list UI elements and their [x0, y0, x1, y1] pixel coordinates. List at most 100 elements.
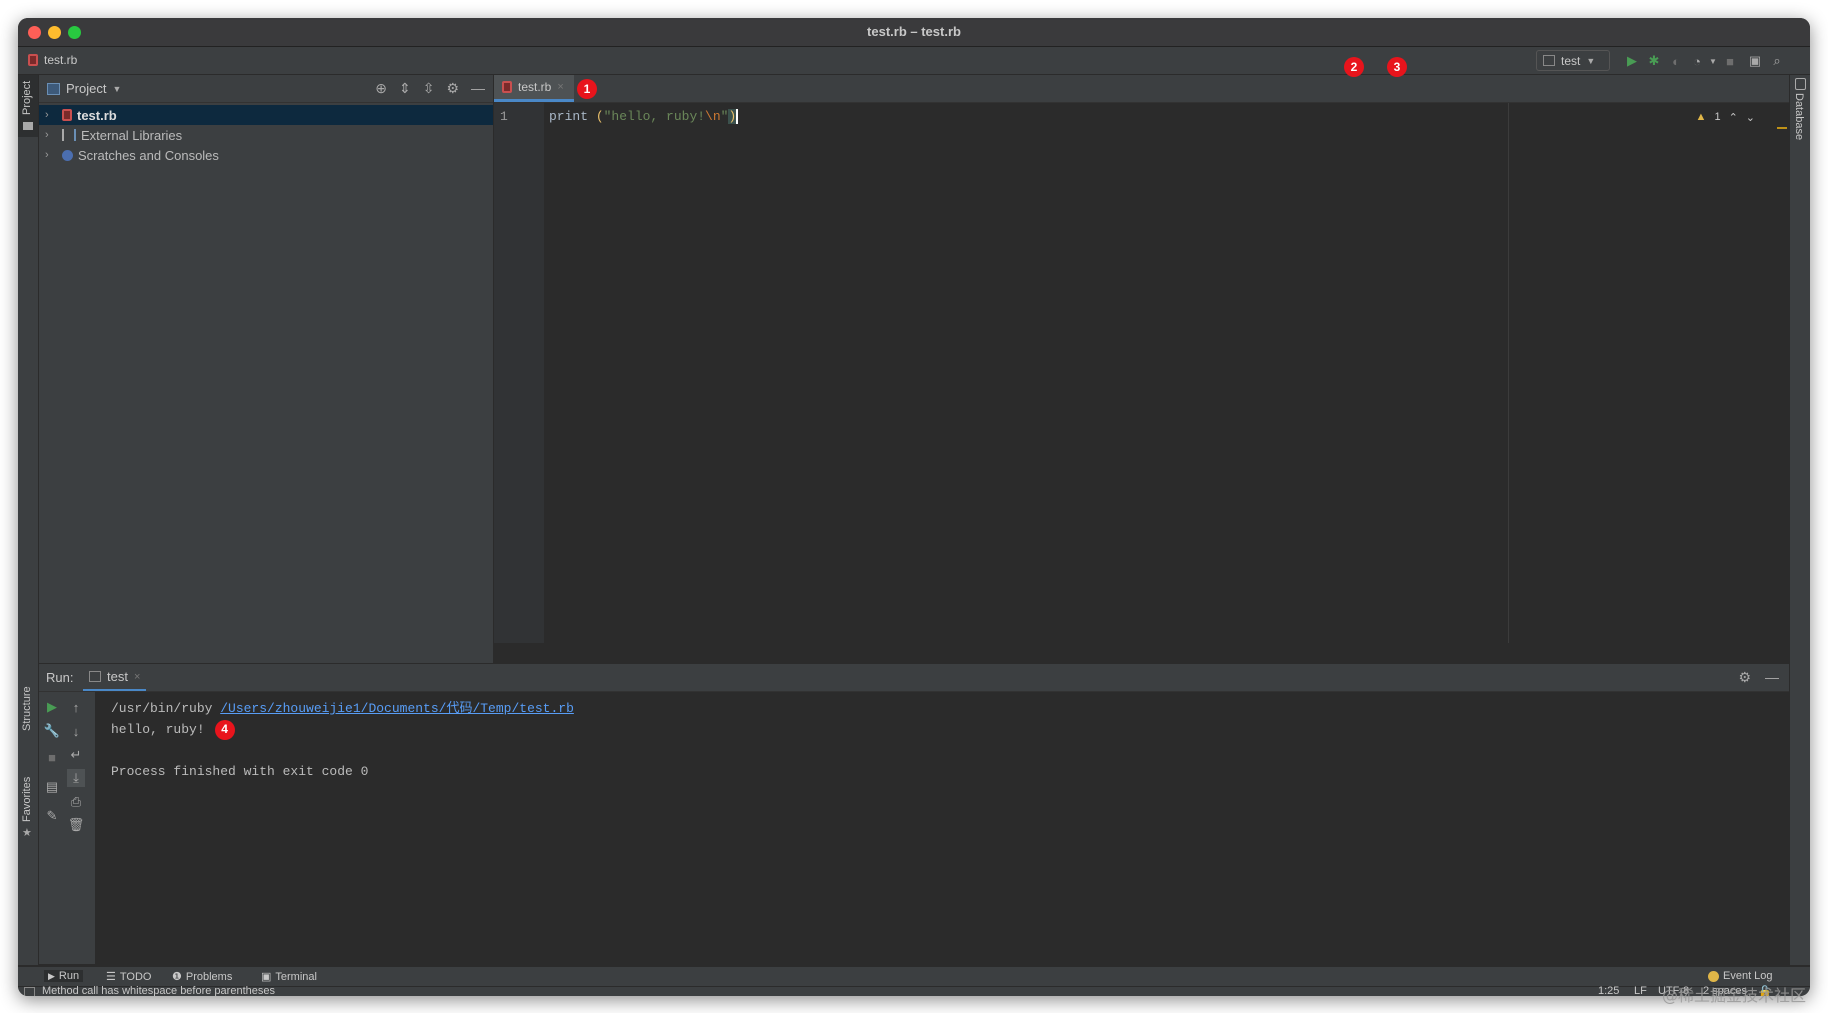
code-paren-open: ( [588, 109, 604, 124]
rerun-icon[interactable]: ▶ [43, 698, 61, 716]
bottom-tab-todo[interactable]: ☰ TODO [106, 970, 152, 984]
project-tool-window-button[interactable]: Project [18, 75, 38, 137]
project-panel-title: Project [66, 81, 107, 96]
bottom-tab-label: Run [58, 970, 80, 982]
stop-icon[interactable]: ■ [1721, 52, 1739, 70]
chevron-down-icon: ▼ [1586, 55, 1596, 66]
folder-icon [23, 122, 33, 130]
right-tool-strip: Database [1789, 75, 1810, 965]
tree-item-label: test.rb [77, 107, 117, 123]
console-command: /usr/bin/ruby [111, 701, 221, 716]
debug-icon[interactable]: ✱ [1645, 52, 1663, 70]
navigation-bar: test.rb test ▼ ▶ ✱ ◐ ◔ ▼ ■ ▣ ⌕ [18, 47, 1810, 75]
tab-label: test.rb [518, 80, 552, 94]
pin-icon[interactable]: ✎ [43, 807, 61, 825]
tab-test-rb[interactable]: test.rb × [494, 75, 574, 102]
coverage-icon[interactable]: ◐ [1667, 52, 1685, 70]
run-configuration-select[interactable]: test ▼ [1536, 50, 1610, 71]
warning-icon: ▲ [1695, 111, 1707, 123]
soft-wrap-icon[interactable]: ↵ [67, 746, 85, 764]
bottom-tab-terminal[interactable]: ▣ Terminal [261, 970, 317, 984]
star-icon: ★ [22, 827, 32, 839]
bottom-tool-tabs: ▶ Run ☰ TODO ❶ Problems ▣ Terminal Event… [18, 966, 1810, 987]
chevron-down-icon[interactable]: ⌄ [1746, 111, 1755, 124]
console-output[interactable]: /usr/bin/ruby /Users/zhouweijie1/Documen… [111, 698, 574, 782]
run-tab-test[interactable]: test × [83, 664, 147, 691]
stop-icon[interactable]: ■ [43, 748, 61, 766]
scroll-to-end-icon[interactable]: ⤓ [67, 769, 85, 787]
search-icon[interactable]: ⌕ [1768, 52, 1786, 70]
caret-position[interactable]: 1:25 [1598, 985, 1619, 996]
chevron-right-icon: › [45, 129, 49, 141]
run-toolbar: ▶ ↑ 🔧 ↓ ■ ↵ ⤓ ▤ ⎙ ✎ 🗑 [39, 692, 95, 964]
console-output-text: hello, ruby! [111, 722, 205, 737]
database-tool-window-button[interactable]: Database [1790, 75, 1810, 145]
event-log-icon [1708, 970, 1719, 982]
editor-area: test.rb × 1 1 print ("hello, ruby!\n") ▲… [494, 75, 1789, 663]
event-log-button[interactable]: Event Log [1708, 970, 1773, 982]
terminal-icon: ▣ [261, 971, 272, 983]
project-tree: › test.rb › External Libraries › Scratch… [39, 105, 493, 165]
bottom-tab-label: Terminal [275, 970, 317, 983]
close-icon[interactable]: × [557, 81, 563, 93]
layout-icon[interactable]: ▤ [43, 778, 61, 796]
project-structure-icon[interactable]: ▣ [1746, 52, 1764, 70]
arrow-down-icon[interactable]: ↓ [67, 722, 85, 740]
status-bar: Method call has whitespace before parent… [18, 985, 1810, 996]
tree-item-label: External Libraries [81, 127, 183, 143]
status-toggle-icon[interactable] [24, 987, 35, 996]
scratches-icon [62, 149, 73, 161]
bottom-tab-label: TODO [119, 970, 152, 983]
tree-item-test-rb[interactable]: › test.rb [39, 105, 493, 125]
tree-item-external-libraries[interactable]: › External Libraries [39, 125, 493, 145]
favorites-tool-window-button[interactable]: Favorites ★ [18, 770, 38, 842]
code-line[interactable]: print ("hello, ruby!\n") [549, 109, 739, 125]
print-icon[interactable]: ⎙ [67, 793, 85, 811]
wrench-icon[interactable]: 🔧 [43, 722, 61, 740]
text-caret [736, 109, 739, 125]
hide-icon[interactable]: — [1765, 669, 1779, 686]
run-tab-label: test [107, 669, 128, 684]
arrow-up-icon[interactable]: ↑ [67, 698, 85, 716]
profile-dropdown-icon[interactable]: ▼ [1704, 52, 1722, 70]
run-config-icon [1543, 55, 1555, 66]
chevron-up-icon[interactable]: ⌃ [1729, 111, 1738, 124]
breadcrumb[interactable]: test.rb [28, 53, 77, 67]
bottom-tab-run[interactable]: ▶ Run [44, 970, 84, 982]
annotation-badge: 3 [1387, 57, 1407, 77]
tree-item-label: Scratches and Consoles [78, 147, 219, 163]
run-icon[interactable]: ▶ [1623, 52, 1641, 70]
ruby-file-icon [28, 54, 38, 66]
console-exit-line: Process finished with exit code 0 [111, 764, 369, 779]
warning-count: 1 [1714, 111, 1721, 123]
console-file-link[interactable]: /Users/zhouweijie1/Documents/代码/Temp/tes… [220, 701, 574, 716]
code-paren-close: ) [728, 109, 737, 124]
tree-item-scratches[interactable]: › Scratches and Consoles [39, 145, 493, 165]
close-icon[interactable]: × [134, 671, 140, 683]
code-string: "hello, ruby! [603, 109, 706, 124]
structure-tool-window-button[interactable]: Structure [18, 683, 38, 745]
editor-tab-bar: test.rb × 1 [494, 75, 1789, 103]
right-margin-guide [1508, 103, 1509, 643]
project-view-selector[interactable]: Project ▼ [47, 81, 121, 96]
line-separator[interactable]: LF [1634, 985, 1647, 996]
collapse-all-icon[interactable]: ⇳ [423, 80, 435, 97]
bottom-tab-problems[interactable]: ❶ Problems [172, 970, 233, 984]
ruby-file-icon [62, 109, 72, 121]
project-panel-header: Project ▼ ⊕ ⇕ ⇳ ⚙ — [39, 75, 493, 103]
run-panel: Run: test × ⚙ — ▶ ↑ 🔧 ↓ ■ ↵ ⤓ ▤ ⎙ ✎ 🗑 /u… [39, 664, 1789, 964]
locate-icon[interactable]: ⊕ [375, 80, 387, 97]
annotation-badge: 4 [214, 719, 235, 740]
trash-icon[interactable]: 🗑 [67, 816, 85, 834]
run-config-icon [89, 671, 101, 682]
hide-icon[interactable]: — [471, 80, 485, 97]
bottom-tab-label: Problems [185, 970, 233, 983]
inspection-widget[interactable]: ▲ 1 ⌃ ⌄ [1696, 111, 1755, 124]
gear-icon[interactable]: ⚙ [446, 80, 459, 97]
run-icon: ▶ [48, 970, 55, 981]
warning-stripe[interactable] [1777, 127, 1787, 129]
expand-all-icon[interactable]: ⇕ [399, 80, 411, 97]
event-log-label: Event Log [1723, 970, 1773, 982]
gear-icon[interactable]: ⚙ [1738, 669, 1751, 686]
breadcrumb-label: test.rb [44, 53, 78, 67]
